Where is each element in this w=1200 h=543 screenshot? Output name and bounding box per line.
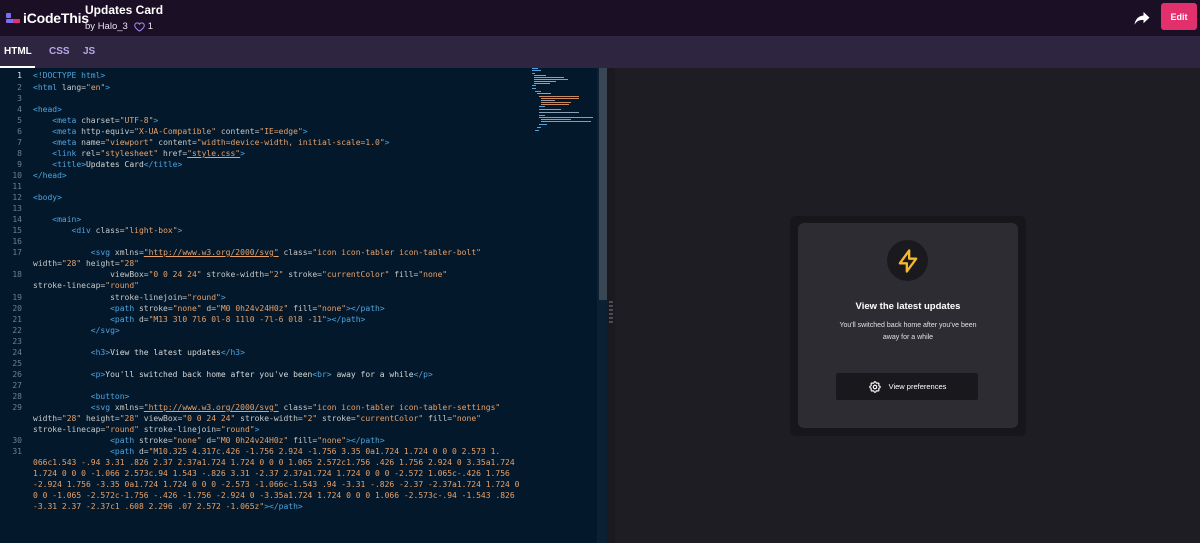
line-number: 11 [12,182,22,191]
code-line: <link rel="stylesheet" href="style.css"> [33,149,245,158]
view-preferences-label: View preferences [888,382,947,391]
line-number: 14 [12,215,22,224]
code-line: <meta charset="UTF-8"> [33,116,159,125]
code-line-wrap: -2.924 1.756 -3.35 0a1.724 1.724 0 0 0 -… [33,480,520,489]
line-number-gutter: 1 2 3 4 5 6 7 8 9 10 11 12 13 14 15 16 1… [0,68,28,543]
line-number: 26 [12,370,22,379]
by-label: by [85,21,96,32]
tab-js[interactable]: JS [83,46,95,57]
code-line-wrap: stroke-linecap="round" stroke-linejoin="… [33,425,260,434]
splitter-grip-icon[interactable] [609,300,613,324]
card-description: You'll switched back home after you've b… [818,320,998,344]
line-number: 30 [12,436,22,445]
logo-mark-icon [6,11,20,25]
code-line: stroke-linejoin="round"> [33,293,226,302]
line-number: 10 [12,171,22,180]
app-logo[interactable]: iCodeThis [6,8,89,28]
code-line: <main> [33,215,82,224]
code-line: <path d="M13 3l0 7l6 0l-8 11l0 -7l-6 0l8… [33,315,366,324]
tab-html[interactable]: HTML [4,46,32,57]
code-editor[interactable]: 1 2 3 4 5 6 7 8 9 10 11 12 13 14 15 16 1… [0,68,607,543]
code-line: <svg xmlns="http://www.w3.org/2000/svg" … [33,248,481,257]
line-number: 28 [12,392,22,401]
top-bar: iCodeThis Updates Card by Halo_3 1 Edit [0,0,1200,36]
code-line: <svg xmlns="http://www.w3.org/2000/svg" … [33,403,501,412]
line-number: 8 [17,149,22,158]
line-number: 27 [12,381,22,390]
line-number: 23 [12,337,22,346]
code-line: <meta name="viewport" content="width=dev… [33,138,390,147]
code-line-wrap: 066c1.543 -.94 3.31 .826 2.37 2.37a1.724… [33,458,515,467]
code-line: </svg> [33,326,120,335]
line-number: 19 [12,293,22,302]
line-number: 15 [12,226,22,235]
code-line: <path stroke="none" d="M0 0h24v24H0z" fi… [33,304,385,313]
bolt-icon [898,248,917,273]
view-preferences-button[interactable]: View preferences [836,373,978,400]
code-line-wrap: stroke-linecap="round" [33,281,139,290]
line-number: 16 [12,237,22,246]
editor-scrollbar-thumb[interactable] [599,68,607,300]
share-arrow-icon[interactable] [1133,9,1151,27]
bolt-icon-circle [887,240,928,281]
code-line: <button> [33,392,130,401]
line-number: 6 [17,127,22,136]
code-line: <path d="M10.325 4.317c.426 -1.756 2.924… [33,447,501,456]
card-description-line: You'll switched back home after you've b… [839,322,977,329]
line-number: 12 [12,193,22,202]
code-line: <h3>View the latest updates</h3> [33,348,245,357]
project-title: Updates Card [85,3,164,17]
project-info: Updates Card by Halo_3 1 [85,3,163,34]
code-line-wrap: width="28" height="28" viewBox="0 0 24 2… [33,414,481,423]
card-description-line: away for a while [882,334,934,341]
line-number: 5 [17,116,22,125]
line-number: 3 [17,94,22,103]
code-line: viewBox="0 0 24 24" stroke-width="2" str… [33,270,448,279]
code-line: <title>Updates Card</title> [33,160,183,169]
card-title: View the latest updates [855,301,961,312]
code-line: <path stroke="none" d="M0 0h24v24H0z" fi… [33,436,385,445]
line-number: 17 [12,248,22,257]
code-line: <div class="light-box"> [33,226,183,235]
code-line: <!DOCTYPE html> [33,71,106,80]
line-number: 1 [17,71,22,80]
tab-css[interactable]: CSS [49,46,70,57]
code-line: <body> [33,193,62,202]
code-line-wrap: 0 0 -1.065 -2.572c-1.756 -.426 -1.756 -2… [33,491,515,500]
code-line: <meta http-equiv="X-UA-Compatible" conte… [33,127,308,136]
likes-count: 1 [147,21,154,32]
line-number: 7 [17,138,22,147]
settings-gear-icon [868,380,881,393]
code-line: <p>You'll switched back home after you'v… [33,370,433,379]
line-number: 22 [12,326,22,335]
line-number: 9 [17,160,22,169]
code-line: <html lang="en"> [33,83,111,92]
line-number: 24 [12,348,22,357]
heart-icon[interactable] [134,22,145,32]
code-line-wrap: -3.31 2.37 -2.37c1 .608 2.296 .07 2.572 … [33,502,303,511]
code-line: </head> [33,171,67,180]
edit-button[interactable]: Edit [1161,3,1197,30]
line-number: 18 [12,270,22,279]
logo-text: iCodeThis [23,10,89,26]
editor-tab-bar: HTML CSS JS [0,36,1200,68]
code-line-wrap: width="28" height="28" [33,259,139,268]
code-line-wrap: 1.724 0 0 0 -1.066 2.573c.94 1.543 -.826… [33,469,510,478]
author-name[interactable]: Halo_3 [98,20,128,34]
line-number: 31 [12,447,22,456]
line-number: 20 [12,304,22,313]
line-number: 29 [12,403,22,412]
line-number: 13 [12,204,22,213]
code-line: <head> [33,105,62,114]
line-number: 4 [17,105,22,114]
code-minimap[interactable] [532,68,596,138]
line-number: 21 [12,315,22,324]
line-number: 25 [12,359,22,368]
line-number: 2 [17,83,22,92]
project-byline: by Halo_3 1 [85,20,163,34]
